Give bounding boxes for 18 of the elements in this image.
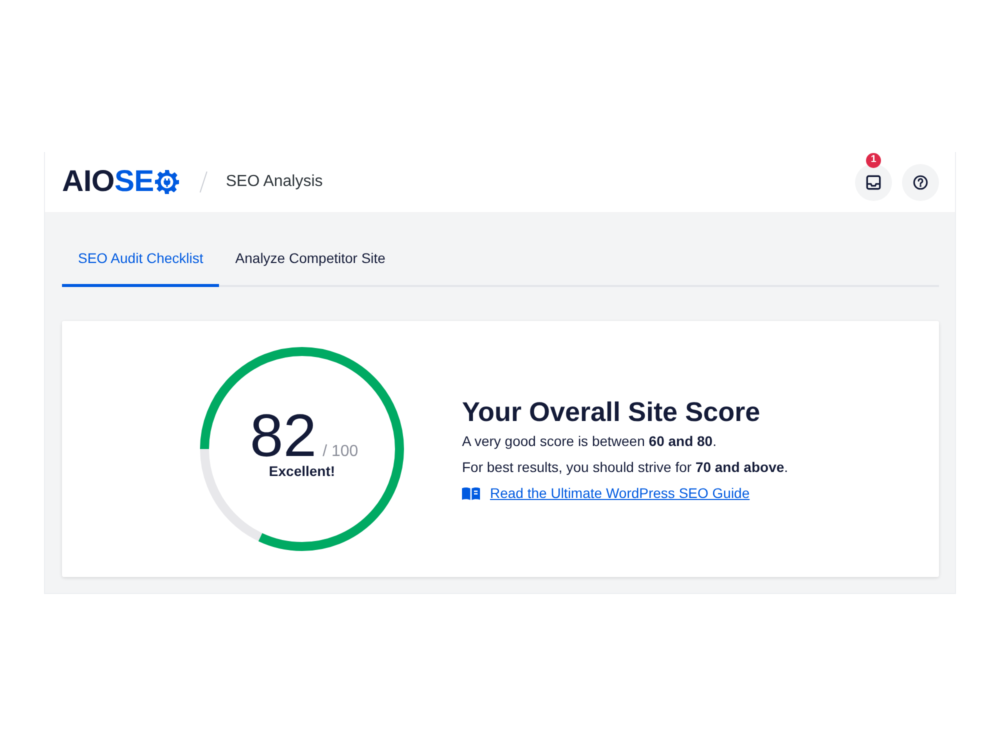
- score-heading: Your Overall Site Score: [462, 396, 762, 428]
- notification-count-badge: 1: [866, 152, 881, 168]
- logo-wordmark: AIOSE: [62, 167, 154, 197]
- tab[interactable]: SEO Audit Checklist: [62, 228, 220, 287]
- score-description: A very good score is between 60 and 80.: [462, 432, 718, 450]
- score-rating: Excellent!: [268, 463, 336, 479]
- page-title: SEO Analysis: [226, 173, 323, 191]
- book-icon: [462, 486, 480, 500]
- inbox-icon: [866, 174, 881, 190]
- notifications-button[interactable]: [855, 164, 892, 200]
- score-description: For best results, you should strive for 70 and above.: [462, 458, 788, 476]
- score-total: / 100: [322, 443, 358, 461]
- help-icon: [913, 174, 928, 190]
- help-button[interactable]: [902, 164, 939, 200]
- gear-logo-icon: [154, 170, 179, 194]
- tab[interactable]: Analyze Competitor Site: [219, 228, 402, 287]
- seo-guide-link[interactable]: Read the Ultimate WordPress SEO Guide: [490, 484, 750, 502]
- score-value: 82: [250, 411, 317, 461]
